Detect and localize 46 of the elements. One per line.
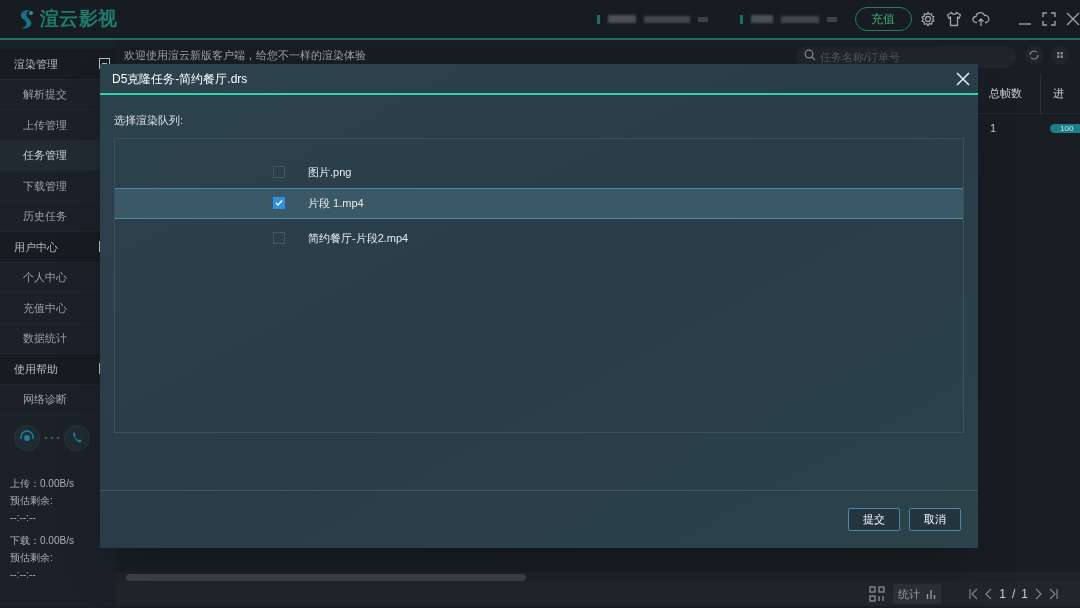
column-header[interactable]: 总帧数 bbox=[989, 85, 1022, 102]
search-icon bbox=[804, 49, 816, 61]
maximize-icon[interactable] bbox=[1042, 12, 1056, 26]
previous-page-icon[interactable] bbox=[985, 588, 994, 600]
queue-item[interactable]: 图片.png bbox=[115, 156, 963, 188]
progress-fill: 100 bbox=[1050, 123, 1080, 133]
shirt-icon[interactable] bbox=[946, 11, 962, 27]
checkbox[interactable] bbox=[273, 166, 285, 178]
remaining-time: --:--:-- bbox=[10, 511, 37, 525]
settings-icon[interactable] bbox=[920, 11, 936, 27]
next-page-icon[interactable] bbox=[1034, 588, 1042, 600]
bar-chart-icon bbox=[926, 589, 937, 599]
checkbox[interactable] bbox=[273, 197, 285, 209]
current-page: 1 bbox=[999, 586, 1006, 603]
remaining-label: 预估剩余: bbox=[10, 494, 54, 508]
checkbox[interactable] bbox=[273, 232, 285, 244]
queue-item[interactable]: 片段 1.mp4 bbox=[115, 187, 963, 219]
file-name: 简约餐厅-片段2.mp4 bbox=[308, 230, 409, 246]
total-pages: 1 bbox=[1021, 586, 1028, 603]
phone-icon[interactable] bbox=[64, 425, 90, 451]
queue-prompt: 选择渲染队列: bbox=[114, 113, 185, 128]
remaining-label: 预估剩余: bbox=[10, 551, 54, 565]
remaining-time: --:--:-- bbox=[10, 568, 37, 582]
page-separator: / bbox=[1011, 586, 1016, 603]
column-header[interactable]: 进 bbox=[1053, 85, 1064, 102]
queue-item[interactable]: 简约餐厅-片段2.mp4 bbox=[115, 222, 963, 254]
close-icon[interactable] bbox=[1066, 12, 1080, 26]
welcome-notice: 欢迎使用渲云新版客户端，给您不一样的渲染体验 bbox=[124, 47, 366, 63]
file-name: 图片.png bbox=[308, 164, 352, 180]
dots-icon bbox=[44, 436, 60, 440]
last-page-icon[interactable] bbox=[1048, 588, 1058, 600]
table-cell: 1 bbox=[990, 121, 997, 134]
transfer-speed: 上传：0.00B/s bbox=[10, 477, 75, 491]
scrollbar-thumb[interactable] bbox=[126, 573, 526, 581]
file-name: 片段 1.mp4 bbox=[308, 195, 364, 211]
refresh-icon[interactable] bbox=[1024, 45, 1044, 65]
grid-icon[interactable] bbox=[869, 586, 886, 602]
grid-view-icon[interactable] bbox=[1050, 45, 1070, 65]
statistics-button[interactable]: 统计 bbox=[893, 584, 942, 604]
dialog-button[interactable]: 提交 bbox=[848, 508, 900, 531]
transfer-speed: 下载：0.00B/s bbox=[10, 534, 75, 548]
headset-icon[interactable] bbox=[14, 425, 40, 451]
cloud-upload-icon[interactable] bbox=[972, 11, 990, 27]
dialog-button[interactable]: 取消 bbox=[909, 508, 961, 531]
first-page-icon[interactable] bbox=[969, 588, 980, 600]
app-logo-text: 渲云影视 bbox=[40, 6, 118, 31]
